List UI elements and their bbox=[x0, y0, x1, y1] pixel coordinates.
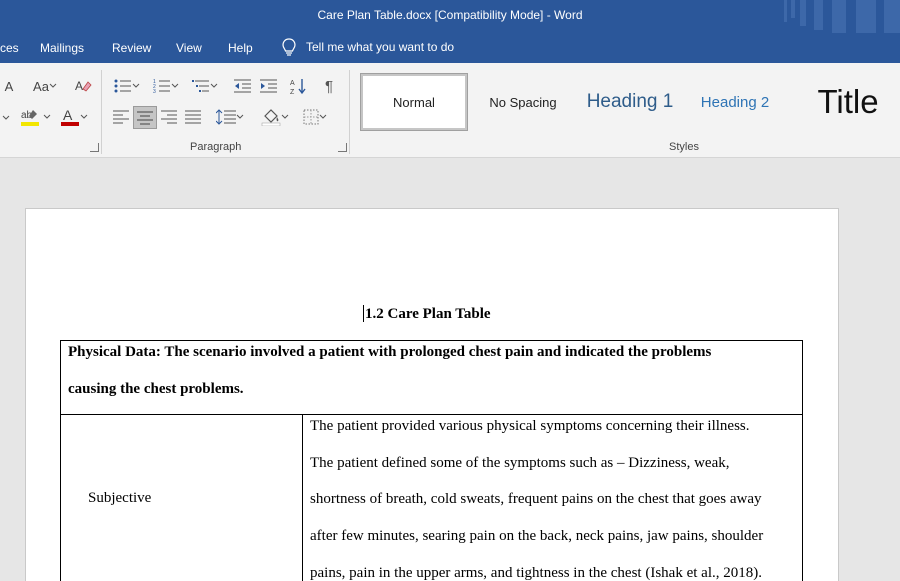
numbering-icon: 123 bbox=[153, 79, 170, 94]
highlighter-icon: ab bbox=[21, 110, 39, 126]
style-no-spacing[interactable]: No Spacing bbox=[478, 74, 568, 130]
style-normal[interactable]: Normal bbox=[360, 73, 468, 131]
font-dropdown-partial[interactable] bbox=[0, 110, 12, 126]
lightbulb-icon bbox=[282, 38, 296, 56]
paragraph-dialog-launcher[interactable] bbox=[338, 143, 347, 152]
multilevel-list-button[interactable] bbox=[190, 76, 220, 96]
sort-icon: A Z bbox=[290, 79, 306, 95]
svg-text:A: A bbox=[63, 107, 73, 123]
table-border-top bbox=[60, 340, 803, 341]
subjective-text-line-2: The patient defined some of the symptoms… bbox=[310, 455, 730, 471]
borders-button[interactable] bbox=[298, 107, 332, 127]
table-column-divider bbox=[302, 414, 303, 581]
shading-button[interactable] bbox=[258, 107, 292, 127]
decrease-indent-button[interactable] bbox=[232, 76, 254, 96]
group-separator bbox=[101, 70, 102, 154]
chevron-down-icon bbox=[2, 115, 10, 120]
group-separator bbox=[349, 70, 350, 154]
title-bar: Care Plan Table.docx [Compatibility Mode… bbox=[0, 0, 900, 37]
paragraph-group-label: Paragraph bbox=[190, 141, 242, 153]
styles-gallery: Normal No Spacing Heading 1 Heading 2 Ti… bbox=[358, 70, 900, 132]
document-heading: 1.2 Care Plan Table bbox=[365, 306, 491, 322]
style-heading-1[interactable]: Heading 1 bbox=[582, 74, 678, 130]
svg-text:A: A bbox=[75, 79, 83, 93]
font-color-button[interactable]: A bbox=[58, 106, 90, 128]
clear-formatting-icon: A bbox=[75, 79, 92, 93]
multilevel-list-icon bbox=[192, 80, 209, 92]
text-highlight-button[interactable]: ab bbox=[18, 106, 52, 128]
align-right-button[interactable] bbox=[158, 107, 180, 127]
numbering-button[interactable]: 123 bbox=[150, 76, 182, 96]
menu-mailings[interactable]: Mailings bbox=[40, 41, 84, 55]
menu-references[interactable]: ces bbox=[0, 41, 19, 55]
text-cursor bbox=[363, 305, 364, 322]
align-left-button[interactable] bbox=[110, 107, 132, 127]
menu-bar: ces Mailings Review View Help Tell me wh… bbox=[0, 33, 900, 63]
chevron-down-icon bbox=[43, 114, 51, 119]
justify-icon bbox=[185, 110, 201, 124]
highlight-color-swatch bbox=[21, 122, 39, 126]
subjective-label: Subjective bbox=[88, 490, 152, 506]
svg-text:3: 3 bbox=[153, 89, 156, 94]
subjective-text-line-4: after few minutes, searing pain on the b… bbox=[310, 528, 764, 544]
chevron-down-icon bbox=[236, 114, 244, 119]
style-title[interactable]: Title bbox=[808, 74, 888, 130]
menu-view[interactable]: View bbox=[176, 41, 202, 55]
change-case-label: Aa bbox=[33, 78, 49, 94]
chevron-down-icon bbox=[210, 83, 218, 88]
tell-me-box[interactable]: Tell me what you want to do bbox=[282, 38, 454, 56]
pilcrow-icon: ¶ bbox=[324, 77, 334, 95]
style-heading-2[interactable]: Heading 2 bbox=[695, 74, 775, 130]
chevron-down-icon bbox=[319, 114, 327, 119]
table-row-divider bbox=[60, 414, 803, 415]
bullets-button[interactable] bbox=[112, 76, 142, 96]
increase-indent-button[interactable] bbox=[258, 76, 280, 96]
table-border-left bbox=[60, 340, 61, 581]
decrease-indent-icon bbox=[234, 79, 251, 93]
chevron-down-icon bbox=[49, 83, 57, 88]
align-right-icon bbox=[161, 110, 177, 124]
font-dialog-launcher[interactable] bbox=[90, 143, 99, 152]
borders-icon bbox=[303, 109, 319, 125]
chevron-down-icon bbox=[132, 83, 140, 88]
svg-text:Z: Z bbox=[290, 89, 295, 95]
line-spacing-icon bbox=[216, 109, 236, 125]
paint-bucket-icon bbox=[261, 109, 281, 126]
table-border-right bbox=[802, 340, 803, 581]
physical-data-line-2: causing the chest problems. bbox=[68, 381, 244, 397]
svg-text:A: A bbox=[290, 80, 295, 87]
increase-indent-icon bbox=[260, 79, 277, 93]
font-color-swatch bbox=[61, 122, 79, 126]
align-left-icon bbox=[113, 110, 129, 124]
title-bar-decoration bbox=[784, 0, 900, 37]
align-center-icon bbox=[137, 111, 153, 124]
show-formatting-marks-button[interactable]: ¶ bbox=[318, 76, 340, 96]
chevron-down-icon bbox=[80, 114, 88, 119]
subjective-text-line-3: shortness of breath, cold sweats, freque… bbox=[310, 491, 762, 507]
subjective-text-line-5: pains, pain in the upper arms, and tight… bbox=[310, 565, 762, 581]
line-spacing-button[interactable] bbox=[214, 107, 246, 127]
sort-button[interactable]: A Z bbox=[288, 76, 310, 96]
grow-font-button[interactable]: A bbox=[2, 78, 16, 94]
menu-help[interactable]: Help bbox=[228, 41, 253, 55]
menu-review[interactable]: Review bbox=[112, 41, 151, 55]
subjective-text-line-1: The patient provided various physical sy… bbox=[310, 418, 750, 434]
styles-group-label: Styles bbox=[669, 141, 699, 153]
justify-button[interactable] bbox=[182, 107, 204, 127]
clear-formatting-button[interactable]: A bbox=[74, 77, 92, 95]
physical-data-line-1: Physical Data: The scenario involved a p… bbox=[68, 344, 712, 360]
align-center-button[interactable] bbox=[133, 106, 157, 129]
chevron-down-icon bbox=[281, 114, 289, 119]
bullets-icon bbox=[114, 79, 131, 93]
tell-me-text: Tell me what you want to do bbox=[306, 40, 455, 54]
change-case-button[interactable]: Aa bbox=[28, 78, 62, 94]
chevron-down-icon bbox=[171, 83, 179, 88]
window-title: Care Plan Table.docx [Compatibility Mode… bbox=[317, 8, 583, 22]
font-color-icon: A bbox=[61, 107, 79, 126]
